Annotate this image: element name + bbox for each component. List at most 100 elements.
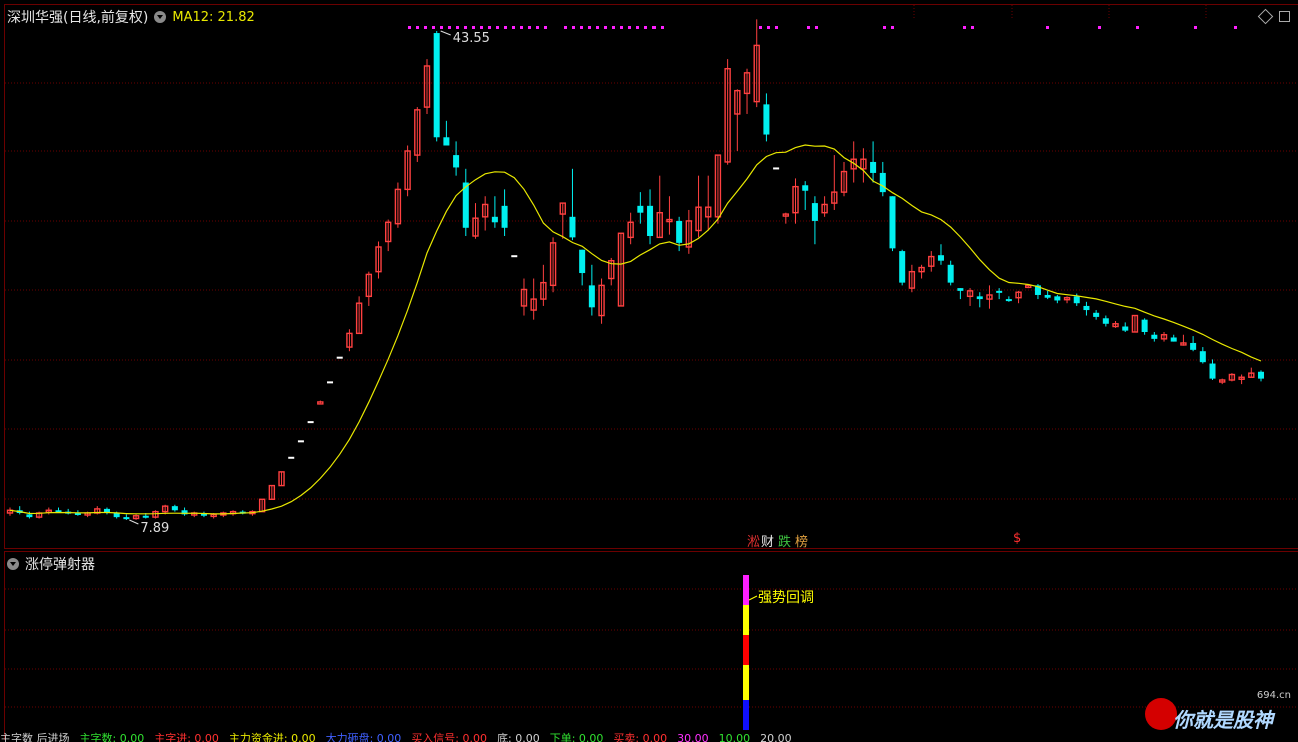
candle	[889, 196, 896, 252]
limit-up-marker	[520, 26, 523, 29]
limit-up-marker	[891, 26, 894, 29]
limit-up-marker	[1046, 26, 1049, 29]
event-badge[interactable]: 跌	[777, 531, 792, 550]
candle	[404, 145, 411, 197]
candle	[598, 278, 605, 324]
indicator-title[interactable]: 涨停弹射器	[25, 554, 95, 574]
candle	[443, 120, 450, 146]
candle	[317, 400, 324, 405]
candle	[821, 196, 828, 217]
candle	[268, 484, 276, 500]
event-badge[interactable]: 财	[760, 531, 775, 550]
strong-pullback-label: 强势回调	[758, 590, 814, 606]
collapse-icon[interactable]	[7, 558, 19, 570]
candle	[1102, 315, 1109, 327]
limit-up-marker	[596, 26, 599, 29]
low-pointer	[129, 519, 139, 525]
limit-up-marker	[504, 26, 507, 29]
limit-up-marker	[628, 26, 631, 29]
candle	[65, 508, 72, 515]
limit-up-marker	[572, 26, 575, 29]
limit-up-marker	[767, 26, 770, 29]
candle	[1248, 367, 1255, 378]
indicator-value: 主字数 后进场	[0, 732, 70, 742]
limit-up-marker	[1234, 26, 1237, 29]
candle	[966, 288, 974, 306]
logo-site: 694.cn	[1256, 690, 1291, 701]
limit-up-marker	[488, 26, 491, 29]
signal-bar-segment	[743, 575, 749, 605]
ma-label: MA12: 21.82	[172, 9, 255, 25]
candle	[132, 514, 140, 520]
candle	[1141, 318, 1148, 335]
indicator-value: 10.00	[718, 732, 751, 742]
candle	[656, 175, 663, 239]
diamond-icon[interactable]	[1257, 8, 1274, 25]
candle	[297, 440, 304, 443]
candle	[1083, 301, 1090, 316]
candle	[976, 292, 983, 308]
candle	[171, 504, 178, 512]
limit-up-marker	[775, 26, 778, 29]
candle	[491, 196, 498, 228]
candle	[181, 507, 188, 516]
indicator-value: 30.00	[677, 732, 709, 742]
signal-bar-segment	[743, 700, 749, 730]
candle	[1015, 290, 1022, 304]
collapse-icon[interactable]	[154, 11, 167, 23]
candle	[433, 31, 440, 142]
candle	[103, 507, 110, 515]
candle	[1151, 331, 1158, 342]
limit-up-marker	[661, 26, 664, 29]
candle	[773, 167, 780, 170]
candle	[520, 278, 528, 316]
event-badge[interactable]: 淞	[746, 531, 761, 550]
limit-up-marker	[456, 26, 459, 29]
chart-titlebar: 深圳华强(日线,前复权) MA12: 21.82	[7, 7, 255, 27]
candle	[278, 471, 285, 487]
limit-up-marker	[971, 26, 974, 29]
indicator-panel[interactable]: 强势回调 涨停弹射器	[4, 551, 1298, 740]
limit-up-marker	[620, 26, 623, 29]
stock-title[interactable]: 深圳华强(日线,前复权)	[7, 7, 148, 27]
event-badge[interactable]: $	[1012, 531, 1022, 546]
candle	[734, 89, 741, 151]
candle	[918, 264, 925, 279]
candle	[840, 161, 848, 197]
limit-up-marker	[448, 26, 451, 29]
high-pointer	[440, 30, 451, 36]
candle	[782, 212, 790, 224]
price-chart-panel[interactable]: 43.55 7.89 深圳华强(日线,前复权) MA12: 21.82	[4, 4, 1298, 549]
limit-up-marker	[432, 26, 435, 29]
candle	[1190, 336, 1197, 352]
maximize-icon[interactable]	[1279, 11, 1290, 22]
indicator-value: 大力砸盘: 0.00	[325, 732, 402, 742]
candle	[676, 216, 683, 252]
limit-up-marker	[528, 26, 531, 29]
candle	[1005, 296, 1012, 302]
candle	[763, 93, 770, 142]
indicator-value: 主力资金进: 0.00	[228, 732, 316, 742]
candle	[879, 161, 886, 197]
candle	[647, 189, 654, 245]
candle	[714, 154, 722, 224]
event-badge[interactable]: 榜	[794, 531, 809, 550]
candle	[588, 264, 595, 316]
limit-up-marker	[759, 26, 762, 29]
limit-up-marker	[1136, 26, 1139, 29]
candle	[1044, 290, 1051, 300]
limit-up-marker	[440, 26, 443, 29]
candle	[191, 511, 198, 518]
candle	[365, 271, 373, 306]
candle	[414, 107, 421, 162]
candle	[724, 59, 731, 165]
candle	[937, 244, 944, 265]
candle	[899, 249, 906, 286]
candle	[666, 196, 673, 235]
limit-up-marker	[536, 26, 539, 29]
candle	[375, 241, 382, 279]
candle	[394, 182, 402, 228]
candle	[511, 255, 518, 258]
indicator-value: 下单: 0.00	[549, 732, 604, 742]
candle	[530, 278, 537, 320]
